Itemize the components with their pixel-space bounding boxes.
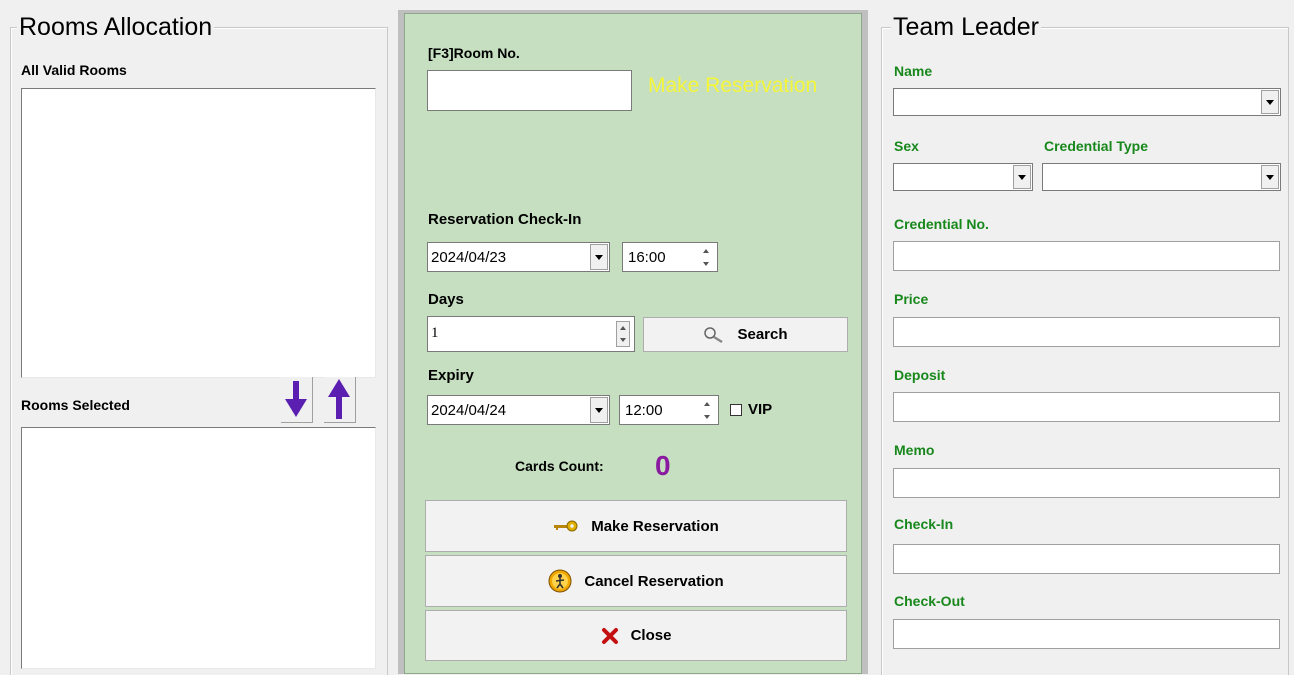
expiry-label: Expiry (428, 367, 474, 384)
days-value: 1 (431, 325, 439, 341)
credential-no-label: Credential No. (894, 216, 989, 232)
room-no-input[interactable] (427, 70, 632, 111)
rooms-selected-label: Rooms Selected (21, 397, 130, 413)
chevron-down-icon[interactable] (1261, 165, 1279, 189)
close-icon (601, 627, 619, 645)
room-no-label: [F3]Room No. (428, 45, 520, 61)
search-label: Search (737, 326, 788, 343)
credential-type-combo[interactable] (1042, 163, 1281, 191)
expiry-time-value: 12:00 (625, 401, 663, 419)
chevron-down-icon[interactable] (1261, 90, 1279, 114)
checkin-date-picker[interactable]: 2024/04/23 (427, 242, 610, 272)
close-button[interactable]: Close (425, 610, 847, 661)
expiry-time-field[interactable]: 12:00 (619, 395, 719, 425)
name-label: Name (894, 63, 933, 79)
team-leader-group (881, 27, 1289, 675)
make-reservation-label: Make Reservation (591, 517, 719, 535)
expiry-time-spinner[interactable] (699, 397, 715, 423)
checkin-label: Reservation Check-In (428, 211, 582, 228)
sex-label: Sex (894, 138, 919, 154)
rooms-selected-label-text: Rooms Selected (21, 397, 130, 413)
checkin-label-team: Check-In (894, 516, 954, 532)
cancel-reservation-button[interactable]: Cancel Reservation (425, 555, 847, 607)
make-reservation-button[interactable]: Make Reservation (425, 500, 847, 552)
deposit-input[interactable] (893, 392, 1280, 422)
days-label: Days (428, 291, 464, 308)
key-icon (553, 519, 579, 533)
arrow-down-icon (285, 381, 307, 417)
move-down-button[interactable] (281, 377, 313, 423)
checkout-label: Check-Out (894, 593, 965, 609)
checkout-input[interactable] (893, 619, 1280, 649)
team-leader-title: Team Leader (891, 13, 1041, 41)
credential-type-label: Credential Type (1044, 138, 1148, 154)
chevron-down-icon[interactable] (590, 244, 608, 270)
spin-down-icon[interactable] (699, 410, 715, 423)
close-label: Close (630, 627, 672, 644)
price-input[interactable] (893, 317, 1280, 347)
rooms-selected-list[interactable] (21, 427, 376, 669)
chevron-down-icon[interactable] (1013, 165, 1031, 189)
name-combo[interactable] (893, 88, 1281, 116)
days-input[interactable]: 1 (427, 316, 635, 352)
checkin-time-field[interactable]: 16:00 (622, 242, 718, 272)
memo-label: Memo (894, 442, 935, 458)
checkin-time-spinner[interactable] (698, 244, 714, 270)
all-valid-rooms-label: All Valid Rooms (21, 62, 127, 78)
spin-down-icon[interactable] (617, 334, 629, 346)
make-reservation-hint: Make Reservation (648, 74, 818, 97)
expiry-date-value: 2024/04/24 (431, 401, 507, 419)
vip-label[interactable]: VIP (748, 401, 772, 418)
price-label: Price (894, 291, 929, 307)
cancel-person-icon (548, 569, 572, 593)
credential-no-input[interactable] (893, 241, 1280, 271)
all-valid-rooms-list[interactable] (21, 88, 376, 378)
spin-up-icon[interactable] (699, 397, 715, 410)
spin-up-icon[interactable] (617, 322, 629, 334)
checkin-date-value: 2024/04/23 (431, 248, 507, 266)
move-up-button[interactable] (324, 377, 356, 423)
rooms-allocation-title: Rooms Allocation (17, 13, 215, 41)
arrow-up-icon (328, 379, 350, 419)
search-button[interactable]: Search (643, 317, 848, 352)
checkin-input[interactable] (893, 544, 1280, 574)
deposit-label: Deposit (894, 367, 946, 383)
chevron-down-icon[interactable] (590, 397, 608, 423)
sex-combo[interactable] (893, 163, 1033, 191)
days-spinner[interactable] (616, 321, 630, 347)
spin-up-icon[interactable] (698, 244, 714, 257)
vip-checkbox[interactable] (730, 404, 742, 416)
cards-count-label: Cards Count: (515, 458, 604, 474)
cards-count-value: 0 (655, 450, 671, 481)
magnifier-icon (703, 326, 725, 344)
spin-down-icon[interactable] (698, 257, 714, 270)
expiry-date-picker[interactable]: 2024/04/24 (427, 395, 610, 425)
memo-input[interactable] (893, 468, 1280, 498)
cancel-reservation-label: Cancel Reservation (584, 572, 724, 590)
checkin-time-value: 16:00 (628, 248, 666, 266)
